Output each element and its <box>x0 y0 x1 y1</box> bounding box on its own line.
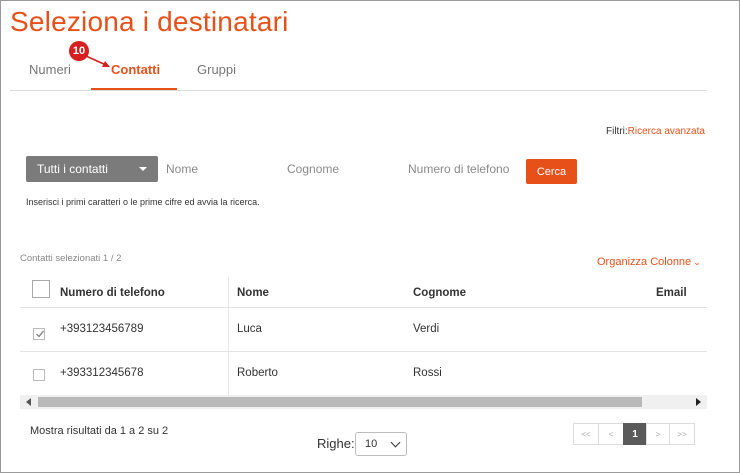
cell-name: Roberto <box>237 367 278 379</box>
name-search-input[interactable] <box>166 158 276 180</box>
contacts-table: Numero di telefono Nome Cognome Email +3… <box>20 277 707 397</box>
cell-phone: +393312345678 <box>60 367 144 379</box>
header-email[interactable]: Email <box>656 287 687 299</box>
page-title: Seleziona i destinatari <box>10 6 289 37</box>
rows-per-page-label: Righe: <box>317 436 355 451</box>
contacts-filter-dropdown[interactable]: Tutti i contatti <box>26 156 158 182</box>
row-checkbox-checked[interactable] <box>33 328 45 340</box>
next-page-button[interactable]: > <box>646 423 670 445</box>
chevron-down-icon: ⌄ <box>693 257 701 267</box>
step-arrow-icon <box>85 55 110 67</box>
horizontal-scrollbar[interactable] <box>20 395 707 409</box>
cell-surname: Rossi <box>413 367 442 379</box>
scrollbar-thumb[interactable] <box>38 397 642 407</box>
previous-page-button[interactable]: < <box>598 423 624 445</box>
phone-search-input[interactable] <box>408 158 520 180</box>
scroll-left-arrow-icon[interactable] <box>26 398 31 406</box>
pagination: << < 1 > >> <box>573 423 695 445</box>
advanced-search-link[interactable]: Ricerca avanzata <box>628 126 705 137</box>
rows-per-page-value: 10 <box>365 438 378 450</box>
scroll-right-arrow-icon[interactable] <box>696 398 701 406</box>
tab-contatti[interactable]: Contatti <box>111 62 160 77</box>
checkmark-icon <box>36 330 45 338</box>
selected-contacts-count: Contatti selezionati 1 / 2 <box>20 253 122 264</box>
table-row[interactable]: +393312345678 Roberto Rossi <box>20 352 707 396</box>
caret-down-icon <box>139 167 147 171</box>
search-button[interactable]: Cerca <box>526 159 577 184</box>
surname-search-input[interactable] <box>287 158 397 180</box>
cell-name: Luca <box>237 323 262 335</box>
cell-surname: Verdi <box>413 323 440 335</box>
cell-phone: +393123456789 <box>60 323 144 335</box>
rows-per-page-select[interactable]: 10 <box>355 432 407 456</box>
active-tab-underline <box>91 88 177 90</box>
search-hint: Inserisci i primi caratteri o le prime c… <box>26 197 260 207</box>
tab-gruppi[interactable]: Gruppi <box>197 62 236 77</box>
table-header-row: Numero di telefono Nome Cognome Email <box>20 277 707 308</box>
row-checkbox[interactable] <box>33 369 45 381</box>
contacts-filter-label: Tutti i contatti <box>37 162 108 176</box>
chevron-down-icon <box>390 437 401 448</box>
tab-bar: Numeri Contatti Gruppi <box>10 58 707 91</box>
current-page-button[interactable]: 1 <box>623 423 647 445</box>
select-all-checkbox[interactable] <box>32 280 50 298</box>
table-row[interactable]: +393123456789 Luca Verdi <box>20 308 707 352</box>
header-name[interactable]: Nome <box>237 287 269 299</box>
organize-columns-label: Organizza Colonne <box>597 256 692 268</box>
filters-label-text: Filtri: <box>606 126 628 137</box>
filters-label: Filtri:Ricerca avanzata <box>606 126 705 137</box>
first-page-button[interactable]: << <box>573 423 599 445</box>
organize-columns-link[interactable]: Organizza Colonne ⌄ <box>597 256 701 268</box>
last-page-button[interactable]: >> <box>669 423 695 445</box>
results-info: Mostra risultati da 1 a 2 su 2 <box>30 425 169 437</box>
tab-numeri[interactable]: Numeri <box>29 62 71 77</box>
header-surname[interactable]: Cognome <box>413 287 466 299</box>
header-phone[interactable]: Numero di telefono <box>60 287 165 299</box>
